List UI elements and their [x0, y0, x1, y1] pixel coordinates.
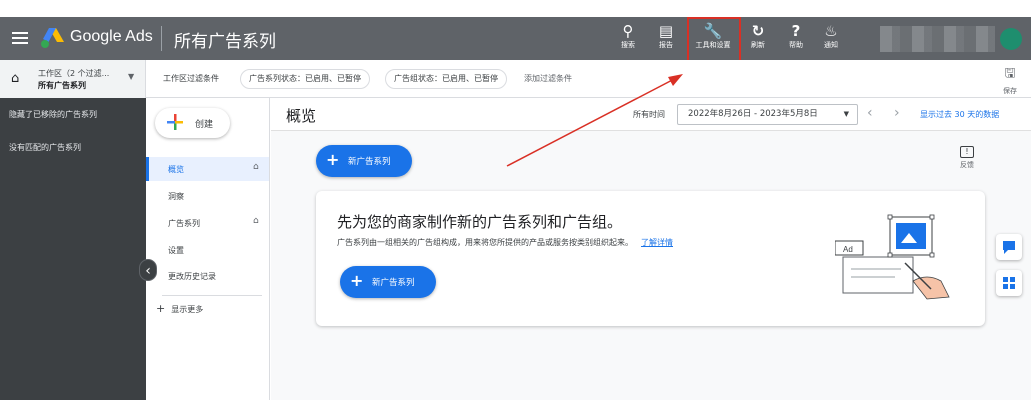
reports-button[interactable]: ▤ 报告 — [646, 21, 686, 50]
reports-label: 报告 — [659, 41, 673, 49]
card-new-campaign-label: 新广告系列 — [372, 278, 415, 288]
no-matching-campaigns-text: 没有匹配的广告系列 — [9, 143, 81, 152]
nav-item-label: 设置 — [168, 246, 184, 255]
nav-item-label: 广告系列 — [168, 219, 200, 228]
refresh-icon: ↻ — [751, 22, 765, 40]
save-icon: 🖫 — [1004, 66, 1016, 81]
nav-item-campaigns[interactable]: 广告系列 ⌂ — [146, 211, 269, 235]
add-filter-link[interactable]: 添加过滤条件 — [524, 73, 572, 84]
comment-icon — [1003, 241, 1015, 254]
removed-campaigns-hidden-text: 隐藏了已移除的广告系列 — [9, 110, 97, 119]
main-content: 概览 所有时间 2022年8月26日 - 2023年5月8日 ▼ ‹ › 显示过… — [271, 98, 1031, 400]
nav-item-label: 概览 — [168, 165, 184, 174]
google-ads-logo — [41, 28, 64, 48]
date-range-value: 2022年8月26日 - 2023年5月8日 — [688, 109, 818, 119]
card-new-campaign-button[interactable]: + 新广告系列 — [340, 266, 436, 298]
next-period-icon[interactable]: › — [894, 105, 900, 121]
chevron-down-icon: ▼ — [128, 72, 135, 81]
apps-fab[interactable] — [996, 270, 1022, 296]
card-title: 先为您的商家制作新的广告系列和广告组。 — [337, 213, 623, 231]
learn-more-link[interactable]: 了解详情 — [641, 238, 673, 247]
menu-icon[interactable] — [12, 29, 28, 47]
refresh-label: 刷新 — [751, 41, 765, 49]
bell-icon: ♨ — [824, 22, 838, 40]
card-description: 广告系列由一组相关的广告组构成，用来将您所提供的产品或服务按类别组织起来。 了解详… — [337, 237, 673, 248]
search-label: 搜索 — [621, 41, 635, 49]
previous-period-icon[interactable]: ‹ — [867, 105, 873, 121]
refresh-button[interactable]: ↻ 刷新 — [738, 21, 778, 50]
home-icon: ⌂ — [253, 216, 259, 226]
search-icon: ⚲ — [622, 22, 634, 40]
plus-icon: + — [156, 302, 166, 315]
campaign-tree-panel: 隐藏了已移除的广告系列 没有匹配的广告系列 — [0, 98, 146, 400]
new-campaign-button[interactable]: + 新广告系列 — [316, 145, 412, 177]
top-bar: Google Ads 所有广告系列 ⚲ 搜索 ▤ 报告 🔧 工具和设置 ↻ 刷新… — [0, 17, 1031, 60]
help-button[interactable]: ? 帮助 — [776, 21, 816, 50]
workspace-selector[interactable]: ⌂ 工作区（2 个过滤... 所有广告系列 ▼ — [0, 60, 146, 98]
page-title: 所有广告系列 — [174, 32, 276, 52]
feedback-icon: ! — [960, 146, 974, 158]
search-button[interactable]: ⚲ 搜索 — [608, 21, 648, 50]
tools-highlight-box — [687, 17, 741, 66]
notifications-button[interactable]: ♨ 通知 — [811, 21, 851, 50]
show-last-30-days-link[interactable]: 显示过去 30 天的数据 — [920, 109, 999, 120]
nav-item-label: 更改历史记录 — [168, 272, 216, 281]
save-button[interactable]: 🖫 保存 — [996, 64, 1024, 96]
nav-item-change-history[interactable]: 更改历史记录 — [146, 264, 269, 288]
collapse-panel-button[interactable]: ‹ — [139, 259, 157, 281]
avatar[interactable] — [1000, 28, 1022, 50]
notifications-label: 通知 — [824, 41, 838, 49]
help-icon: ? — [791, 22, 801, 40]
home-icon: ⌂ — [11, 71, 20, 86]
page-nav-panel: 创建 概览 ⌂ 洞察 广告系列 ⌂ 设置 更改历史记录 + 显示更多 — [146, 98, 270, 400]
caret-down-icon: ▼ — [843, 110, 849, 118]
feedback-label: 反馈 — [960, 161, 974, 169]
campaign-status-filter-chip[interactable]: 广告系列状态：已启用、已暂停 — [240, 69, 370, 89]
campaign-illustration: Ad — [835, 214, 950, 300]
overview-title: 概览 — [286, 107, 317, 125]
workspace-filter-count: 工作区（2 个过滤... — [38, 69, 110, 78]
account-info-blurred[interactable] — [880, 26, 995, 52]
plus-icon — [167, 114, 183, 130]
date-range-picker[interactable]: 2022年8月26日 - 2023年5月8日 ▼ — [677, 104, 858, 125]
nav-item-label: 洞察 — [168, 192, 184, 201]
help-label: 帮助 — [789, 41, 803, 49]
create-label: 创建 — [195, 120, 214, 130]
nav-item-overview[interactable]: 概览 ⌂ — [146, 157, 269, 181]
reports-icon: ▤ — [658, 22, 674, 40]
create-button[interactable]: 创建 — [155, 108, 230, 138]
overview-header: 概览 所有时间 2022年8月26日 - 2023年5月8日 ▼ ‹ › 显示过… — [271, 98, 1031, 131]
show-more-label: 显示更多 — [171, 305, 204, 314]
brand-name: Google Ads — [70, 28, 153, 45]
workspace-name: 所有广告系列 — [38, 81, 86, 90]
save-label: 保存 — [1003, 87, 1017, 95]
plus-icon: + — [350, 271, 364, 290]
nav-item-settings[interactable]: 设置 — [146, 238, 269, 262]
plus-icon: + — [326, 150, 340, 169]
grid-icon — [1003, 277, 1015, 289]
show-more-button[interactable]: + 显示更多 — [156, 302, 203, 315]
date-range-label: 所有时间 — [633, 110, 665, 119]
card-description-text: 广告系列由一组相关的广告组构成，用来将您所提供的产品或服务按类别组织起来。 — [337, 238, 633, 247]
new-campaign-label: 新广告系列 — [348, 157, 391, 167]
feedback-button[interactable]: ! 反馈 — [952, 146, 982, 170]
header-divider — [161, 26, 162, 51]
filter-bar: ⌂ 工作区（2 个过滤... 所有广告系列 ▼ 工作区过滤条件 广告系列状态：已… — [0, 60, 1031, 98]
get-started-card: 先为您的商家制作新的广告系列和广告组。 广告系列由一组相关的广告组构成，用来将您… — [316, 191, 985, 326]
comment-fab[interactable] — [996, 234, 1022, 260]
home-icon: ⌂ — [253, 162, 259, 172]
workspace-filter-label: 工作区过滤条件 — [163, 74, 219, 83]
adgroup-status-filter-chip[interactable]: 广告组状态：已启用、已暂停 — [385, 69, 507, 89]
nav-item-insights[interactable]: 洞察 — [146, 184, 269, 208]
illustration-ad-label: Ad — [843, 245, 853, 254]
nav-divider — [162, 295, 262, 296]
